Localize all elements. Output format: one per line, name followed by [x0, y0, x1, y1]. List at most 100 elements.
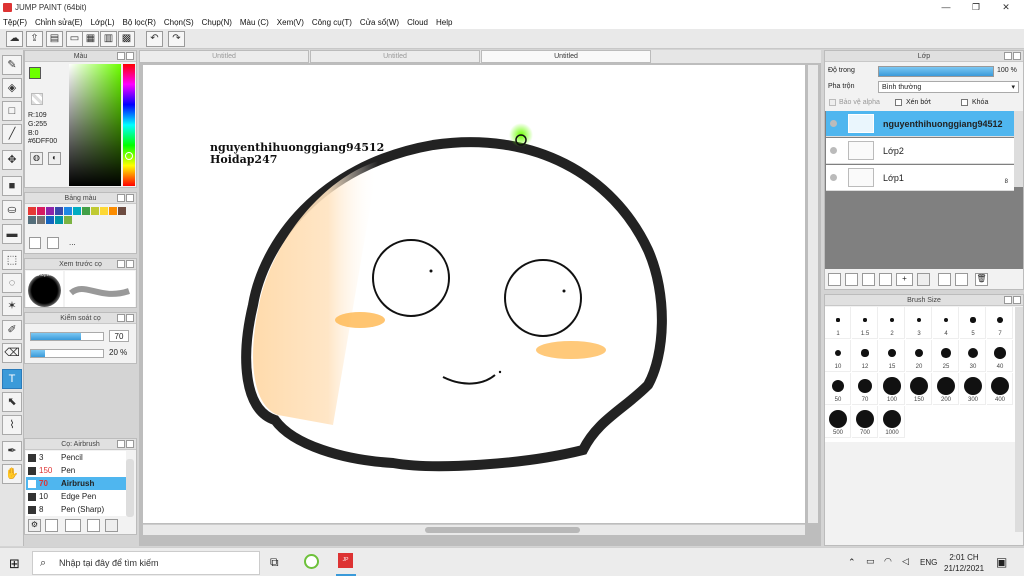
- tab-untitled-1[interactable]: Untitled: [139, 50, 309, 63]
- palette-swatch[interactable]: [28, 207, 36, 215]
- export-icon[interactable]: ⇪: [26, 31, 43, 47]
- palette-swatch[interactable]: [109, 207, 117, 215]
- palette-swatch[interactable]: [37, 216, 45, 224]
- brush-item-pen-sharp[interactable]: 8 Pen (Sharp): [26, 503, 126, 516]
- protect-alpha-checkbox[interactable]: [829, 99, 836, 106]
- panel-float-icon[interactable]: [117, 314, 125, 322]
- print-icon[interactable]: ▤: [46, 31, 63, 47]
- panel-close-icon[interactable]: [126, 52, 134, 60]
- select-rect-icon[interactable]: ⬚: [2, 250, 22, 270]
- foreground-color-swatch[interactable]: [29, 67, 41, 79]
- menu-color[interactable]: Màu (C): [240, 18, 269, 27]
- panel-float-icon[interactable]: [117, 440, 125, 448]
- menu-tools[interactable]: Công cụ(T): [312, 18, 352, 27]
- fill-rect-tool-icon[interactable]: ■: [2, 176, 22, 196]
- lasso-icon[interactable]: ◌: [2, 273, 22, 293]
- brush-size-cell[interactable]: 12: [852, 340, 878, 372]
- gradient-tool-icon[interactable]: ▬: [2, 224, 22, 244]
- merge-layer-icon[interactable]: [955, 273, 968, 286]
- browser-app-icon[interactable]: [304, 554, 319, 569]
- hue-slider[interactable]: [123, 64, 135, 186]
- brush-size-value[interactable]: 70: [109, 330, 129, 342]
- redo-icon[interactable]: ↷: [168, 31, 185, 47]
- eyedropper-icon[interactable]: ⌇: [2, 415, 22, 435]
- screen-icon[interactable]: ▭: [66, 31, 83, 47]
- palette-swatch[interactable]: [64, 216, 72, 224]
- panel-float-icon[interactable]: [117, 260, 125, 268]
- palette-swatch[interactable]: [55, 216, 63, 224]
- bucket-tool-icon[interactable]: ⛀: [2, 200, 22, 220]
- brush-size-cell[interactable]: 400: [987, 373, 1013, 405]
- palette-swatch[interactable]: [91, 207, 99, 215]
- clock[interactable]: 2:01 CH 21/12/2021: [944, 552, 984, 574]
- color-saturation-field[interactable]: [69, 64, 121, 186]
- panel-close-icon[interactable]: [126, 314, 134, 322]
- layout-icon[interactable]: ▩: [118, 31, 135, 47]
- operation-tool-icon[interactable]: ⬉: [2, 392, 22, 412]
- palette-more[interactable]: ...: [69, 238, 76, 247]
- new-brush-icon[interactable]: [45, 519, 58, 532]
- picker-icon[interactable]: ◐: [48, 152, 61, 165]
- jump-paint-app-icon[interactable]: JP: [338, 553, 353, 568]
- palette-swatch[interactable]: [118, 207, 126, 215]
- maximize-button[interactable]: ❐: [961, 0, 991, 15]
- panel-close-icon[interactable]: [126, 440, 134, 448]
- chevron-up-icon[interactable]: ⌃: [848, 557, 856, 568]
- copy-layer-icon[interactable]: [879, 273, 892, 286]
- brush-size-cell[interactable]: 4: [933, 307, 959, 339]
- panel-float-icon[interactable]: [1004, 52, 1012, 60]
- hue-slider-thumb[interactable]: [125, 152, 133, 160]
- palette-swatch[interactable]: [64, 207, 72, 215]
- network-icon[interactable]: ▭: [866, 556, 875, 567]
- visibility-icon[interactable]: [830, 147, 837, 154]
- brush-item-pen[interactable]: 150 Pen: [26, 464, 126, 477]
- layer-item-lop1[interactable]: Lớp1 8: [826, 165, 1014, 191]
- task-view-icon[interactable]: ⧉: [270, 555, 279, 570]
- palette-swatch[interactable]: [73, 207, 81, 215]
- brush-size-cell[interactable]: 200: [933, 373, 959, 405]
- brush-size-scrollbar[interactable]: [1015, 307, 1023, 532]
- hand-tool-icon[interactable]: ✋: [2, 464, 22, 484]
- panel-float-icon[interactable]: [1004, 296, 1012, 304]
- volume-icon[interactable]: ◁: [902, 556, 909, 567]
- windows-start-icon[interactable]: ⊞: [9, 556, 20, 572]
- menu-capture[interactable]: Chụp(N): [202, 18, 232, 27]
- menu-file[interactable]: Tệp(F): [3, 18, 27, 27]
- delete-layer-icon[interactable]: 🗑: [975, 273, 988, 286]
- brush-size-cell[interactable]: 1: [825, 307, 851, 339]
- eraser-tool-icon[interactable]: ◈: [2, 78, 22, 98]
- brush-size-cell[interactable]: 20: [906, 340, 932, 372]
- visibility-icon[interactable]: [830, 120, 837, 127]
- menu-view[interactable]: Xem(V): [277, 18, 304, 27]
- menu-select[interactable]: Chọn(S): [164, 18, 194, 27]
- brush-size-cell[interactable]: 40: [987, 340, 1013, 372]
- palette-swatch[interactable]: [55, 207, 63, 215]
- minimize-button[interactable]: —: [931, 0, 961, 15]
- brush-item-edge-pen[interactable]: 10 Edge Pen: [26, 490, 126, 503]
- new-raster-layer-icon[interactable]: [845, 273, 858, 286]
- select-eraser-icon[interactable]: ⌫: [2, 343, 22, 363]
- menu-window[interactable]: Cửa sổ(W): [360, 18, 399, 27]
- brush-size-cell[interactable]: 1000: [879, 406, 905, 438]
- add-layer-dropdown-icon[interactable]: +: [896, 273, 913, 286]
- new-swatch-icon[interactable]: [29, 237, 41, 249]
- rect-tool-icon[interactable]: □: [2, 101, 22, 121]
- palette-swatch[interactable]: [28, 216, 36, 224]
- layer-list-scrollbar[interactable]: [1014, 111, 1023, 187]
- clipping-checkbox[interactable]: [895, 99, 902, 106]
- brush-size-cell[interactable]: 100: [879, 373, 905, 405]
- brush-size-cell[interactable]: 300: [960, 373, 986, 405]
- duplicate-layer-icon[interactable]: [938, 273, 951, 286]
- palette-swatch[interactable]: [100, 207, 108, 215]
- brush-folder-icon[interactable]: [105, 519, 118, 532]
- notifications-icon[interactable]: ▣: [996, 555, 1007, 569]
- text-tool-icon[interactable]: T: [2, 369, 22, 389]
- menu-cloud[interactable]: Cloud: [407, 18, 428, 27]
- menu-layer[interactable]: Lớp(L): [91, 18, 115, 27]
- brush-size-cell[interactable]: 10: [825, 340, 851, 372]
- brush-size-cell[interactable]: 25: [933, 340, 959, 372]
- menu-help[interactable]: Help: [436, 18, 452, 27]
- brush-item-pencil[interactable]: 3 Pencil: [26, 451, 126, 464]
- brush-size-cell[interactable]: 700: [852, 406, 878, 438]
- vertical-scrollbar[interactable]: [808, 65, 818, 523]
